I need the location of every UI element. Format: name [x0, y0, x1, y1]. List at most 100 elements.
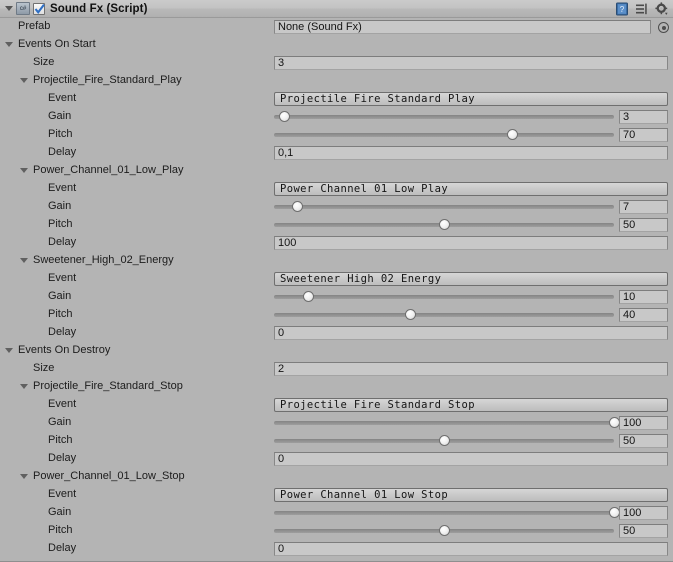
event-1-0-name: Projectile_Fire_Standard_Stop — [0, 378, 673, 396]
event-0-1-name: Power_Channel_01_Low_Play — [0, 162, 673, 180]
event-0-0-event: Event Projectile Fire Standard Play — [0, 90, 673, 108]
event-1-1-event-field[interactable]: Power Channel 01 Low Stop — [274, 488, 668, 502]
event-0-2-name: Sweetener_High_02_Energy — [0, 252, 673, 270]
section-1-size-field[interactable]: 2 — [274, 362, 668, 376]
event-1-0-gain-slider-track — [274, 421, 614, 425]
event-0-1-event-field[interactable]: Power Channel 01 Low Play — [274, 182, 668, 196]
object-picker-icon[interactable] — [658, 22, 669, 33]
event-0-0-name: Projectile_Fire_Standard_Play — [0, 72, 673, 90]
event-1-1-pitch-value-field[interactable]: 50 — [619, 524, 668, 538]
event-1-1-gain-label: Gain — [48, 506, 72, 518]
event-0-0-gain-value-field[interactable]: 3 — [619, 110, 668, 124]
event-1-1-gain: Gain 100 — [0, 504, 673, 522]
component-enabled-checkbox[interactable] — [33, 2, 45, 15]
section-1-size-label: Size — [33, 362, 55, 374]
prefab-object-field[interactable]: None (Sound Fx) — [274, 20, 651, 34]
event-0-1-pitch-slider[interactable] — [274, 218, 614, 232]
event-1-0-gain: Gain 100 — [0, 414, 673, 432]
section-1-size-row: Size 2 — [0, 360, 673, 378]
event-0-1-gain-value-field[interactable]: 7 — [619, 200, 668, 214]
event-0-2-event: Event Sweetener High 02 Energy — [0, 270, 673, 288]
event-0-2-event-field[interactable]: Sweetener High 02 Energy — [274, 272, 668, 286]
event-0-1-delay-field[interactable]: 100 — [274, 236, 668, 250]
prefab-label: Prefab — [18, 20, 51, 32]
event-0-2-gain-slider-handle[interactable] — [302, 291, 314, 302]
event-0-2-gain-slider[interactable] — [274, 290, 614, 304]
event-0-1-event: Event Power Channel 01 Low Play — [0, 180, 673, 198]
event-0-2-pitch-slider-track — [274, 313, 614, 317]
event-0-1-gain-slider[interactable] — [274, 200, 614, 214]
event-0-1-delay-label: Delay — [48, 236, 77, 248]
section-0-size-row: Size 3 — [0, 54, 673, 72]
event-1-0-pitch-slider[interactable] — [274, 434, 614, 448]
event-1-0-pitch: Pitch 50 — [0, 432, 673, 450]
event-0-0-pitch-slider-handle[interactable] — [506, 129, 518, 140]
foldout-arrow-icon[interactable] — [20, 384, 28, 389]
event-0-2-delay: Delay 0 — [0, 324, 673, 342]
foldout-arrow-icon[interactable] — [5, 348, 13, 353]
event-0-1-gain-slider-handle[interactable] — [292, 201, 304, 212]
event-0-0-pitch-value-field[interactable]: 70 — [619, 128, 668, 142]
foldout-arrow-icon[interactable] — [20, 258, 28, 263]
event-1-1-name: Power_Channel_01_Low_Stop — [0, 468, 673, 486]
event-0-2-pitch-slider[interactable] — [274, 308, 614, 322]
event-1-1-delay-field[interactable]: 0 — [274, 542, 668, 556]
event-0-2-pitch-slider-handle[interactable] — [404, 309, 416, 320]
gear-icon[interactable] — [655, 2, 669, 16]
event-1-0-delay-field[interactable]: 0 — [274, 452, 668, 466]
event-1-1-gain-slider-handle[interactable] — [608, 507, 620, 518]
help-icon[interactable]: ? — [615, 2, 629, 16]
header-icon-group: ? — [615, 2, 669, 16]
event-1-1-gain-slider[interactable] — [274, 506, 620, 520]
event-1-0-pitch-label: Pitch — [48, 434, 73, 446]
event-0-2-pitch-value-field[interactable]: 40 — [619, 308, 668, 322]
section-0-size-field[interactable]: 3 — [274, 56, 668, 70]
foldout-arrow-icon[interactable] — [20, 168, 28, 173]
component-foldout-icon[interactable] — [3, 2, 16, 15]
event-1-0-gain-slider-handle[interactable] — [608, 417, 620, 428]
section-1-header-label: Events On Destroy — [18, 344, 111, 356]
event-0-0-delay: Delay 0,1 — [0, 144, 673, 162]
event-0-0-event-field[interactable]: Projectile Fire Standard Play — [274, 92, 668, 106]
section-0-size-label: Size — [33, 56, 55, 68]
event-0-0-gain-slider-track — [274, 115, 614, 119]
event-1-0-gain-slider[interactable] — [274, 416, 620, 430]
event-0-0-gain-slider-handle[interactable] — [278, 111, 290, 122]
section-1-header: Events On Destroy — [0, 342, 673, 360]
event-0-2-gain-label: Gain — [48, 290, 72, 302]
event-0-0-gain-slider[interactable] — [274, 110, 614, 124]
event-0-0-delay-field[interactable]: 0,1 — [274, 146, 668, 160]
event-1-1-delay: Delay 0 — [0, 540, 673, 558]
event-1-0-pitch-slider-handle[interactable] — [438, 435, 450, 446]
event-1-1-gain-value-field[interactable]: 100 — [619, 506, 668, 520]
foldout-arrow-icon[interactable] — [20, 78, 28, 83]
event-0-2-delay-field[interactable]: 0 — [274, 326, 668, 340]
event-1-0-event-field[interactable]: Projectile Fire Standard Stop — [274, 398, 668, 412]
event-1-0-delay: Delay 0 — [0, 450, 673, 468]
sections-container: Events On Start Size 3 Projectile_Fire_Stan… — [0, 36, 673, 558]
section-0-header: Events On Start — [0, 36, 673, 54]
event-0-2-pitch-label: Pitch — [48, 308, 73, 320]
event-0-2-gain-value-field[interactable]: 10 — [619, 290, 668, 304]
checkmark-icon — [34, 3, 45, 14]
component-header[interactable]: c# Sound Fx (Script) ? — [0, 0, 673, 18]
event-0-2-pitch: Pitch 40 — [0, 306, 673, 324]
event-0-0-delay-label: Delay — [48, 146, 77, 158]
event-0-1-pitch: Pitch 50 — [0, 216, 673, 234]
event-0-1-pitch-slider-handle[interactable] — [438, 219, 450, 230]
foldout-arrow-icon[interactable] — [5, 42, 13, 47]
event-0-1-gain: Gain 7 — [0, 198, 673, 216]
event-0-2-gain: Gain 10 — [0, 288, 673, 306]
event-0-0-pitch-slider-track — [274, 133, 614, 137]
event-1-0-pitch-value-field[interactable]: 50 — [619, 434, 668, 448]
event-1-1-pitch-slider-handle[interactable] — [438, 525, 450, 536]
event-1-1-delay-label: Delay — [48, 542, 77, 554]
event-0-1-pitch-value-field[interactable]: 50 — [619, 218, 668, 232]
preset-icon[interactable] — [635, 2, 649, 16]
event-0-0-pitch-slider[interactable] — [274, 128, 614, 142]
event-1-1-pitch-slider[interactable] — [274, 524, 614, 538]
event-1-0-gain-value-field[interactable]: 100 — [619, 416, 668, 430]
row-prefab: Prefab None (Sound Fx) — [0, 18, 673, 36]
foldout-arrow-icon[interactable] — [20, 474, 28, 479]
event-1-1-pitch-label: Pitch — [48, 524, 73, 536]
